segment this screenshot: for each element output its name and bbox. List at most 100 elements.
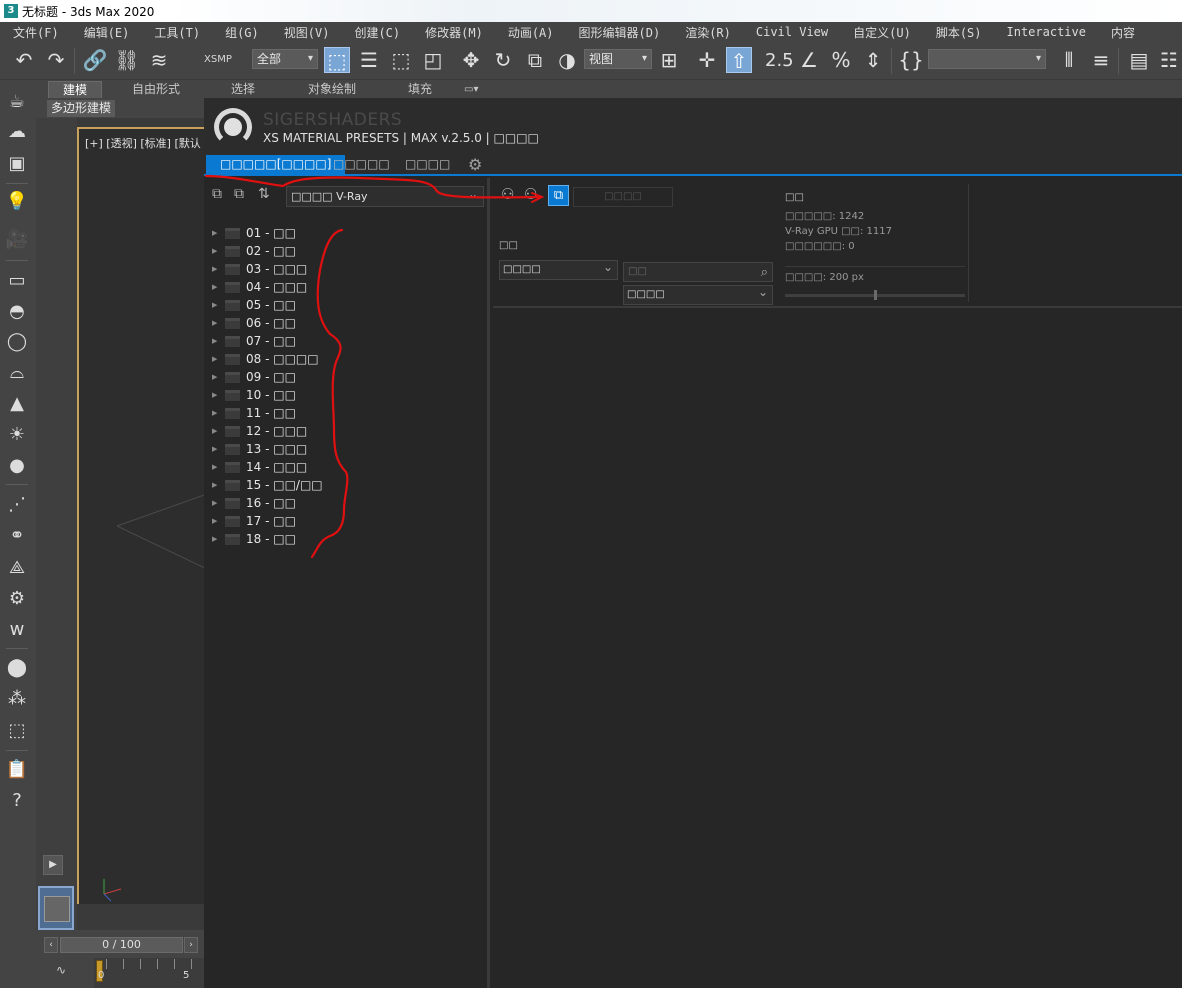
time-next-arrow[interactable]: › bbox=[184, 937, 198, 953]
ribbon-options-icon[interactable]: ▭▾ bbox=[464, 81, 478, 98]
assign-material-icon[interactable]: ⚇ bbox=[501, 185, 514, 203]
plane-icon[interactable]: ▭ bbox=[5, 269, 29, 293]
unlink-icon[interactable]: ⛓ bbox=[114, 47, 140, 73]
menu-animation[interactable]: 动画(A) bbox=[495, 24, 566, 41]
select-manipulate-icon[interactable]: ✛ bbox=[694, 47, 720, 73]
tree-item[interactable]: ▶ 12 - □□□ bbox=[210, 422, 480, 440]
menu-views[interactable]: 视图(V) bbox=[271, 24, 342, 41]
undo-icon[interactable]: ↶ bbox=[11, 47, 37, 73]
expand-all-icon[interactable]: ⧉ bbox=[212, 186, 222, 202]
expand-arrow-icon[interactable]: ▶ bbox=[212, 350, 217, 368]
rotate-icon[interactable]: ↻ bbox=[490, 47, 516, 73]
perspective-viewport[interactable]: [+] [透视] [标准] [默认 bbox=[77, 127, 207, 904]
tree-item[interactable]: ▶ 05 - □□ bbox=[210, 296, 480, 314]
bind-space-warp-icon[interactable]: ≋ bbox=[146, 47, 172, 73]
time-slider[interactable]: 0 / 100 bbox=[60, 937, 183, 953]
expand-arrow-icon[interactable]: ▶ bbox=[212, 494, 217, 512]
expand-arrow-icon[interactable]: ▶ bbox=[212, 458, 217, 476]
snaps-toggle[interactable]: 2.5 bbox=[765, 50, 794, 71]
placement-icon[interactable]: ◑ bbox=[554, 47, 580, 73]
tree-item[interactable]: ▶ 18 - □□ bbox=[210, 530, 480, 548]
view-toggle-icon[interactable]: ⧉ bbox=[548, 185, 569, 206]
tree-item[interactable]: ▶ 03 - □□□ bbox=[210, 260, 480, 278]
cloud-icon[interactable]: ☁ bbox=[5, 120, 29, 144]
link-icon[interactable]: 🔗 bbox=[82, 47, 108, 73]
angle-snap-icon[interactable]: ∠ bbox=[796, 47, 822, 73]
fur-icon[interactable]: ᴡ bbox=[5, 618, 29, 642]
menu-edit[interactable]: 编辑(E) bbox=[71, 24, 142, 41]
preset-filter-button[interactable]: □□□□ bbox=[573, 187, 673, 207]
sort-select[interactable]: □□□□ bbox=[499, 258, 618, 280]
menu-create[interactable]: 创建(C) bbox=[341, 24, 412, 41]
tree-item[interactable]: ▶ 10 - □□ bbox=[210, 386, 480, 404]
dome-icon[interactable]: ◓ bbox=[5, 300, 29, 324]
expand-arrow-icon[interactable]: ▶ bbox=[212, 404, 217, 422]
search-icon[interactable]: ⌕ bbox=[761, 264, 768, 282]
expand-arrow-icon[interactable]: ▶ bbox=[212, 278, 217, 296]
teapot-icon[interactable]: ☕ bbox=[5, 90, 29, 114]
menu-tools[interactable]: 工具(T) bbox=[141, 24, 212, 41]
sun-icon[interactable]: ☀ bbox=[5, 423, 29, 447]
clipboard-icon[interactable]: 📋 bbox=[5, 758, 29, 782]
mirror-icon[interactable]: ⫴ bbox=[1056, 47, 1082, 73]
menu-modifiers[interactable]: 修改器(M) bbox=[412, 24, 495, 41]
image-icon[interactable]: ▣ bbox=[5, 152, 29, 176]
tree-item[interactable]: ▶ 06 - □□ bbox=[210, 314, 480, 332]
scene-explorer-icon[interactable]: ▤ bbox=[1126, 47, 1152, 73]
tree-item[interactable]: ▶ 01 - □□ bbox=[210, 224, 480, 242]
expand-arrow-icon[interactable]: ▶ bbox=[212, 332, 217, 350]
filter-select[interactable]: □□□□ bbox=[623, 283, 773, 305]
tab-selection[interactable]: 选择 bbox=[231, 81, 255, 98]
tree-item[interactable]: ▶ 17 - □□ bbox=[210, 512, 480, 530]
expand-arrow-icon[interactable]: ▶ bbox=[212, 296, 217, 314]
expand-arrow-icon[interactable]: ▶ bbox=[212, 512, 217, 530]
expand-arrow-icon[interactable]: ▶ bbox=[212, 386, 217, 404]
cone-icon[interactable]: ▲ bbox=[5, 392, 29, 416]
pivot-center-icon[interactable]: ⊞ bbox=[656, 47, 682, 73]
viewport-layout-thumbnail[interactable] bbox=[38, 886, 74, 930]
menu-file[interactable]: 文件(F) bbox=[0, 24, 71, 41]
keyboard-shortcut-override-icon[interactable]: ⇧ bbox=[726, 47, 752, 73]
thumbnail-size-knob[interactable] bbox=[874, 290, 877, 300]
rectangle-selection-icon[interactable]: ⬚ bbox=[388, 47, 414, 73]
tab-object-paint[interactable]: 对象绘制 bbox=[308, 81, 356, 98]
tree-item[interactable]: ▶ 13 - □□□ bbox=[210, 440, 480, 458]
renderer-select[interactable]: □□□□ V-Ray bbox=[286, 185, 484, 207]
spinner-snap-icon[interactable]: ⇕ bbox=[860, 47, 886, 73]
expand-arrow-icon[interactable]: ▶ bbox=[212, 368, 217, 386]
expand-arrow-icon[interactable]: ▶ bbox=[212, 440, 217, 458]
tree-item[interactable]: ▶ 14 - □□□ bbox=[210, 458, 480, 476]
edit-named-selection-icon[interactable]: {} bbox=[898, 47, 924, 73]
expand-arrow-icon[interactable]: ▶ bbox=[212, 314, 217, 332]
tree-item[interactable]: ▶ 07 - □□ bbox=[210, 332, 480, 350]
selection-filter-select[interactable]: 全部 bbox=[252, 49, 318, 69]
menu-scripting[interactable]: 脚本(S) bbox=[923, 24, 994, 41]
menu-group[interactable]: 组(G) bbox=[212, 24, 271, 41]
pyramid-icon[interactable]: ⟁ bbox=[5, 556, 29, 580]
tree-item[interactable]: ▶ 15 - □□/□□ bbox=[210, 476, 480, 494]
xsmp-button[interactable]: XSMP bbox=[204, 54, 232, 65]
named-selection-set-select[interactable] bbox=[928, 49, 1046, 69]
menu-graph-editors[interactable]: 图形编辑器(D) bbox=[566, 24, 673, 41]
tree-item[interactable]: ▶ 16 - □□ bbox=[210, 494, 480, 512]
scale-icon[interactable]: ⧉ bbox=[522, 47, 548, 73]
tab-freeform[interactable]: 自由形式 bbox=[132, 81, 180, 98]
settings-gear-icon[interactable]: ⚙ bbox=[468, 155, 482, 174]
material-library-icon[interactable]: ⁂ bbox=[5, 687, 29, 711]
polygon-modeling-button[interactable]: 多边形建模 bbox=[47, 100, 116, 117]
menu-content[interactable]: 内容 bbox=[1098, 24, 1147, 41]
select-by-name-icon[interactable]: ☰ bbox=[356, 47, 382, 73]
menu-customize[interactable]: 自定义(U) bbox=[840, 24, 923, 41]
tab-populate[interactable]: 填充 bbox=[408, 81, 432, 98]
window-crossing-icon[interactable]: ◰ bbox=[420, 47, 446, 73]
tree-item[interactable]: ▶ 09 - □□ bbox=[210, 368, 480, 386]
expand-arrow-icon[interactable]: ▶ bbox=[212, 476, 217, 494]
select-object-icon[interactable]: ⬚ bbox=[324, 47, 350, 73]
expand-arrow-icon[interactable]: ▶ bbox=[212, 260, 217, 278]
expand-arrow-icon[interactable]: ▶ bbox=[212, 530, 217, 548]
menu-interactive[interactable]: Interactive bbox=[994, 25, 1098, 39]
align-icon[interactable]: ≡ bbox=[1088, 47, 1114, 73]
expand-arrow-icon[interactable]: ▶ bbox=[212, 242, 217, 260]
expand-arrow-icon[interactable]: ▶ bbox=[212, 422, 217, 440]
tree-item[interactable]: ▶ 04 - □□□ bbox=[210, 278, 480, 296]
